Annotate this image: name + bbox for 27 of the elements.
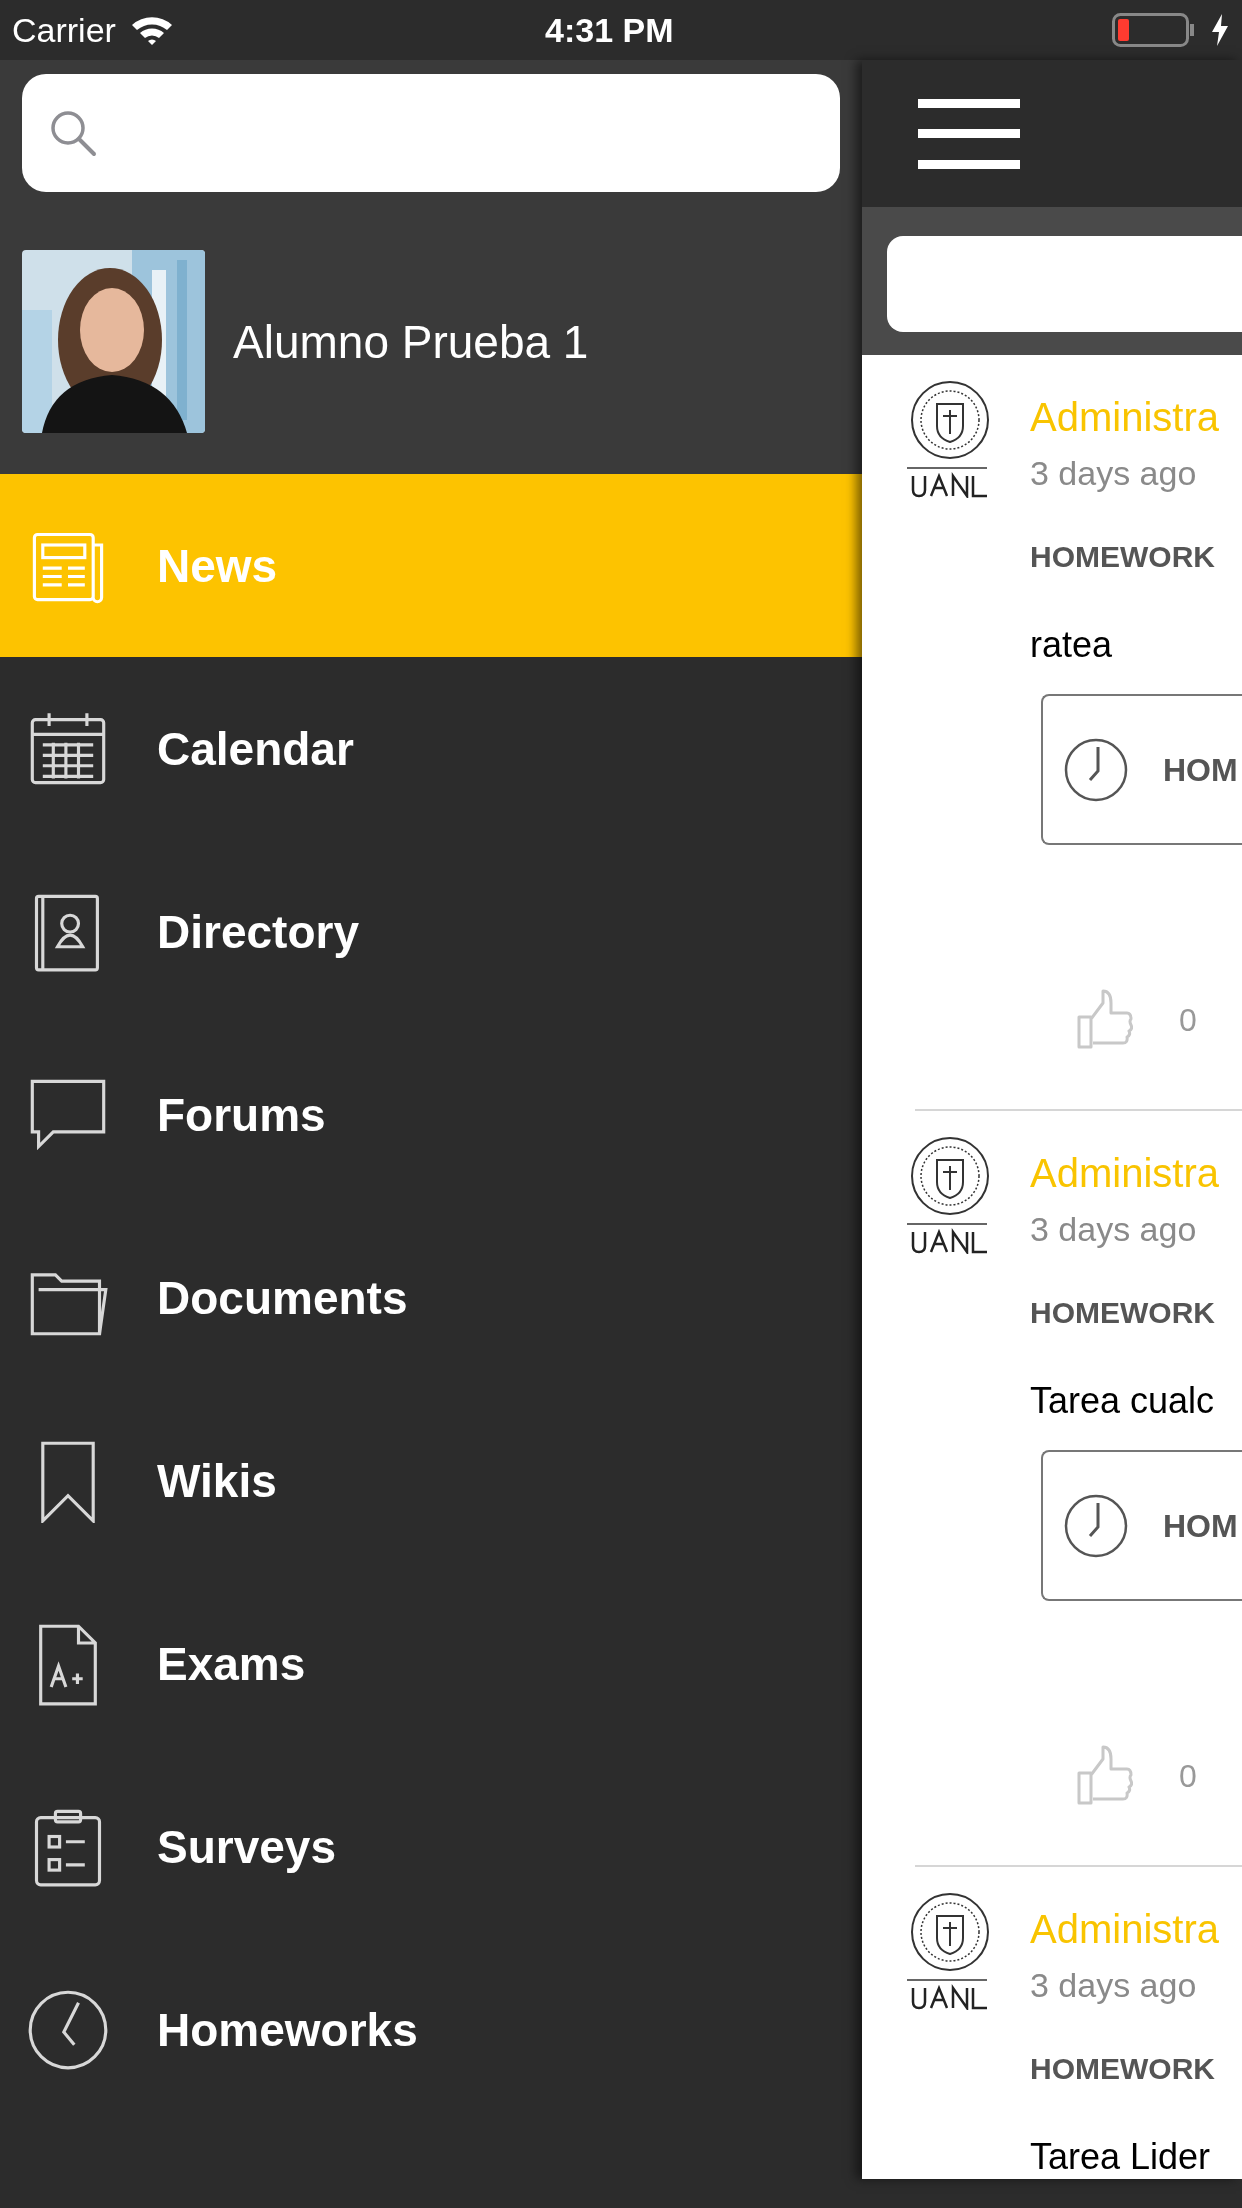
thumbs-up-icon[interactable]	[1075, 1745, 1133, 1806]
carrier-label: Carrier	[12, 13, 116, 47]
menu-icon[interactable]	[918, 98, 1020, 169]
profile-name: Alumno Prueba 1	[233, 318, 589, 365]
attachment-label: HOM	[1163, 753, 1238, 786]
post-time: 3 days ago	[1030, 1968, 1197, 2002]
search-field[interactable]	[22, 74, 840, 192]
post-body: ratea	[1030, 627, 1113, 663]
attachment-card[interactable]: HOM	[1041, 694, 1242, 845]
clock-icon	[1063, 736, 1129, 803]
post-category: HOMEWORK	[1030, 1298, 1215, 1328]
thumbs-up-icon[interactable]	[1075, 989, 1133, 1050]
attachment-card[interactable]: HOM	[1041, 1450, 1242, 1601]
clock-icon	[1063, 1492, 1129, 1559]
like-count: 0	[1179, 1004, 1197, 1036]
post-category: HOMEWORK	[1030, 2054, 1215, 2084]
search-field[interactable]	[887, 236, 1242, 332]
attachment-label: HOM	[1163, 1509, 1238, 1542]
post-category: HOMEWORK	[1030, 542, 1215, 572]
post-body: Tarea Lider	[1030, 2139, 1211, 2175]
post-time: 3 days ago	[1030, 456, 1197, 490]
post-time: 3 days ago	[1030, 1212, 1197, 1246]
post-body: Tarea cualc	[1030, 1383, 1215, 1419]
search-icon	[48, 108, 98, 158]
charging-icon	[1210, 14, 1230, 46]
status-time: 4:31 PM	[545, 13, 674, 47]
like-count: 0	[1179, 1760, 1197, 1792]
